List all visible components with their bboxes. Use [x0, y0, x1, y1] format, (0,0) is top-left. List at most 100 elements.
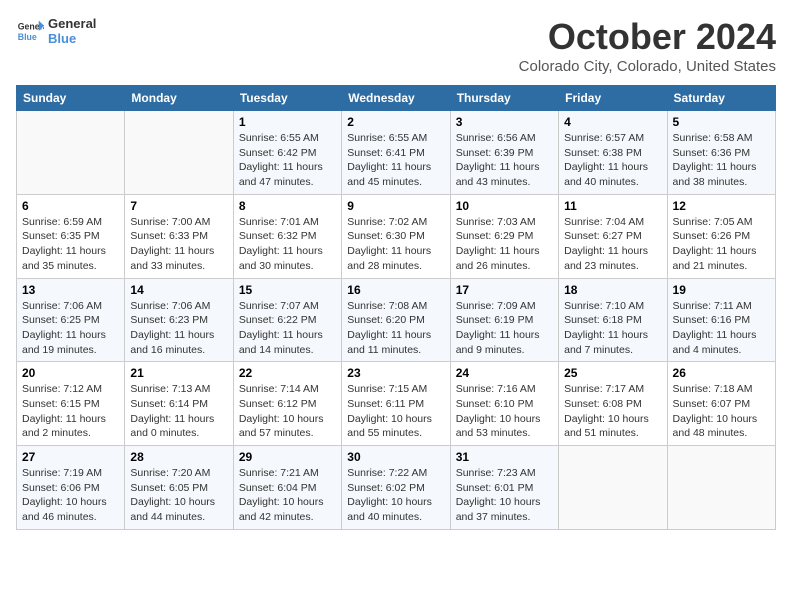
calendar-cell: 22 Sunrise: 7:14 AMSunset: 6:12 PMDayligh…: [233, 362, 341, 446]
day-info: Sunrise: 7:11 AMSunset: 6:16 PMDaylight:…: [673, 299, 770, 358]
page-header: General Blue General Blue October 2024 C…: [16, 16, 776, 75]
day-info: Sunrise: 7:07 AMSunset: 6:22 PMDaylight:…: [239, 299, 336, 358]
calendar-cell: 2 Sunrise: 6:55 AMSunset: 6:41 PMDaylight…: [342, 111, 450, 195]
calendar-cell: 29Sunrise: 7:21 AMSunset: 6:04 PMDayligh…: [233, 446, 341, 530]
day-info: Sunrise: 7:23 AMSunset: 6:01 PMDaylight:…: [456, 466, 553, 525]
title-area: October 2024 Colorado City, Colorado, Un…: [519, 16, 776, 75]
day-number: 16: [347, 283, 444, 297]
day-info: Sunrise: 7:05 AMSunset: 6:26 PMDaylight:…: [673, 215, 770, 274]
day-number: 19: [673, 283, 770, 297]
day-info: Sunrise: 7:16 AMSunset: 6:10 PMDaylight:…: [456, 382, 553, 441]
day-number: 30: [347, 450, 444, 464]
calendar-cell: 4 Sunrise: 6:57 AMSunset: 6:38 PMDaylight…: [559, 111, 667, 195]
day-number: 20: [22, 366, 119, 380]
day-number: 24: [456, 366, 553, 380]
day-info: Sunrise: 6:55 AMSunset: 6:41 PMDaylight:…: [347, 131, 444, 190]
day-info: Sunrise: 6:59 AMSunset: 6:35 PMDaylight:…: [22, 215, 119, 274]
calendar-cell: [559, 446, 667, 530]
calendar-cell: 10Sunrise: 7:03 AMSunset: 6:29 PMDayligh…: [450, 194, 558, 278]
calendar-cell: 20 Sunrise: 7:12 AMSunset: 6:15 PMDayligh…: [17, 362, 125, 446]
calendar-cell: [125, 111, 233, 195]
day-info: Sunrise: 6:58 AMSunset: 6:36 PMDaylight:…: [673, 131, 770, 190]
calendar-week-row: 20 Sunrise: 7:12 AMSunset: 6:15 PMDayligh…: [17, 362, 776, 446]
day-info: Sunrise: 7:21 AMSunset: 6:04 PMDaylight:…: [239, 466, 336, 525]
weekday-header-friday: Friday: [559, 86, 667, 111]
calendar-cell: 28Sunrise: 7:20 AMSunset: 6:05 PMDayligh…: [125, 446, 233, 530]
day-number: 13: [22, 283, 119, 297]
calendar-cell: 6Sunrise: 6:59 AMSunset: 6:35 PMDaylight…: [17, 194, 125, 278]
day-number: 27: [22, 450, 119, 464]
day-info: Sunrise: 7:09 AMSunset: 6:19 PMDaylight:…: [456, 299, 553, 358]
calendar-cell: 27 Sunrise: 7:19 AMSunset: 6:06 PMDayligh…: [17, 446, 125, 530]
day-number: 26: [673, 366, 770, 380]
day-number: 5: [673, 115, 770, 129]
day-info: Sunrise: 7:01 AMSunset: 6:32 PMDaylight:…: [239, 215, 336, 274]
calendar-cell: 21 Sunrise: 7:13 AMSunset: 6:14 PMDayligh…: [125, 362, 233, 446]
day-number: 21: [130, 366, 227, 380]
logo-text-blue: Blue: [48, 31, 96, 46]
calendar-week-row: 13 Sunrise: 7:06 AMSunset: 6:25 PMDayligh…: [17, 278, 776, 362]
day-number: 4: [564, 115, 661, 129]
weekday-header-saturday: Saturday: [667, 86, 775, 111]
calendar-cell: 30Sunrise: 7:22 AMSunset: 6:02 PMDayligh…: [342, 446, 450, 530]
month-title: October 2024: [519, 16, 776, 58]
calendar-cell: 26 Sunrise: 7:18 AMSunset: 6:07 PMDayligh…: [667, 362, 775, 446]
weekday-header-tuesday: Tuesday: [233, 86, 341, 111]
day-info: Sunrise: 7:19 AMSunset: 6:06 PMDaylight:…: [22, 466, 119, 525]
calendar-cell: 9Sunrise: 7:02 AMSunset: 6:30 PMDaylight…: [342, 194, 450, 278]
day-number: 31: [456, 450, 553, 464]
calendar-cell: 18 Sunrise: 7:10 AMSunset: 6:18 PMDayligh…: [559, 278, 667, 362]
calendar-cell: 1 Sunrise: 6:55 AMSunset: 6:42 PMDaylight…: [233, 111, 341, 195]
day-number: 15: [239, 283, 336, 297]
calendar-week-row: 1 Sunrise: 6:55 AMSunset: 6:42 PMDaylight…: [17, 111, 776, 195]
day-number: 1: [239, 115, 336, 129]
day-info: Sunrise: 6:55 AMSunset: 6:42 PMDaylight:…: [239, 131, 336, 190]
calendar-cell: 14Sunrise: 7:06 AMSunset: 6:23 PMDayligh…: [125, 278, 233, 362]
day-number: 23: [347, 366, 444, 380]
day-number: 8: [239, 199, 336, 213]
day-info: Sunrise: 7:08 AMSunset: 6:20 PMDaylight:…: [347, 299, 444, 358]
weekday-header-row: SundayMondayTuesdayWednesdayThursdayFrid…: [17, 86, 776, 111]
calendar-cell: 12Sunrise: 7:05 AMSunset: 6:26 PMDayligh…: [667, 194, 775, 278]
calendar-cell: 24 Sunrise: 7:16 AMSunset: 6:10 PMDayligh…: [450, 362, 558, 446]
calendar-cell: 11 Sunrise: 7:04 AMSunset: 6:27 PMDayligh…: [559, 194, 667, 278]
day-number: 7: [130, 199, 227, 213]
day-number: 18: [564, 283, 661, 297]
day-number: 11: [564, 199, 661, 213]
day-info: Sunrise: 7:17 AMSunset: 6:08 PMDaylight:…: [564, 382, 661, 441]
location-title: Colorado City, Colorado, United States: [519, 58, 776, 75]
day-number: 3: [456, 115, 553, 129]
day-number: 22: [239, 366, 336, 380]
calendar-cell: [17, 111, 125, 195]
calendar-cell: 13 Sunrise: 7:06 AMSunset: 6:25 PMDayligh…: [17, 278, 125, 362]
day-info: Sunrise: 7:18 AMSunset: 6:07 PMDaylight:…: [673, 382, 770, 441]
day-info: Sunrise: 7:06 AMSunset: 6:23 PMDaylight:…: [130, 299, 227, 358]
day-info: Sunrise: 7:20 AMSunset: 6:05 PMDaylight:…: [130, 466, 227, 525]
logo-icon: General Blue: [16, 17, 44, 45]
calendar-cell: 19 Sunrise: 7:11 AMSunset: 6:16 PMDayligh…: [667, 278, 775, 362]
day-number: 25: [564, 366, 661, 380]
calendar-cell: 3Sunrise: 6:56 AMSunset: 6:39 PMDaylight…: [450, 111, 558, 195]
calendar-cell: 15 Sunrise: 7:07 AMSunset: 6:22 PMDayligh…: [233, 278, 341, 362]
day-info: Sunrise: 7:14 AMSunset: 6:12 PMDaylight:…: [239, 382, 336, 441]
calendar-cell: 7Sunrise: 7:00 AMSunset: 6:33 PMDaylight…: [125, 194, 233, 278]
calendar-cell: 16 Sunrise: 7:08 AMSunset: 6:20 PMDayligh…: [342, 278, 450, 362]
calendar-cell: 23Sunrise: 7:15 AMSunset: 6:11 PMDayligh…: [342, 362, 450, 446]
day-info: Sunrise: 6:57 AMSunset: 6:38 PMDaylight:…: [564, 131, 661, 190]
day-number: 10: [456, 199, 553, 213]
calendar-cell: 25 Sunrise: 7:17 AMSunset: 6:08 PMDayligh…: [559, 362, 667, 446]
day-info: Sunrise: 7:06 AMSunset: 6:25 PMDaylight:…: [22, 299, 119, 358]
day-info: Sunrise: 7:12 AMSunset: 6:15 PMDaylight:…: [22, 382, 119, 441]
day-number: 17: [456, 283, 553, 297]
calendar-cell: 8 Sunrise: 7:01 AMSunset: 6:32 PMDaylight…: [233, 194, 341, 278]
calendar-cell: 31 Sunrise: 7:23 AMSunset: 6:01 PMDayligh…: [450, 446, 558, 530]
day-number: 2: [347, 115, 444, 129]
logo: General Blue General Blue: [16, 16, 96, 46]
calendar-cell: [667, 446, 775, 530]
calendar-week-row: 6Sunrise: 6:59 AMSunset: 6:35 PMDaylight…: [17, 194, 776, 278]
day-info: Sunrise: 7:04 AMSunset: 6:27 PMDaylight:…: [564, 215, 661, 274]
day-info: Sunrise: 7:10 AMSunset: 6:18 PMDaylight:…: [564, 299, 661, 358]
day-info: Sunrise: 7:13 AMSunset: 6:14 PMDaylight:…: [130, 382, 227, 441]
calendar-cell: 17 Sunrise: 7:09 AMSunset: 6:19 PMDayligh…: [450, 278, 558, 362]
day-info: Sunrise: 7:02 AMSunset: 6:30 PMDaylight:…: [347, 215, 444, 274]
